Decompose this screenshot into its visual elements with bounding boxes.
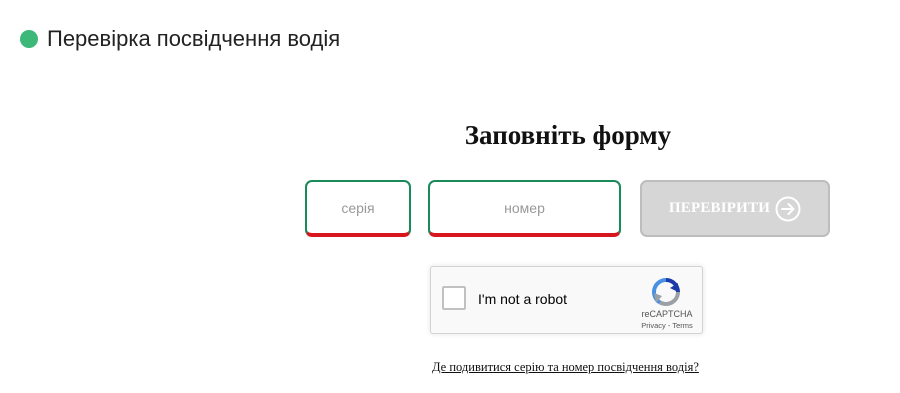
check-button-label: ПЕРЕВІРИТИ xyxy=(668,200,771,216)
form-title: Заповніть форму xyxy=(464,120,672,150)
recaptcha-brand: reCAPTCHA xyxy=(641,309,693,319)
privacy-link[interactable]: Privacy xyxy=(641,321,666,330)
arrow-right-circle-icon xyxy=(775,196,801,222)
series-field[interactable] xyxy=(305,180,411,237)
series-input[interactable] xyxy=(310,198,406,217)
page-title: Перевірка посвідчення водія xyxy=(47,26,341,51)
number-field[interactable] xyxy=(428,180,621,237)
page-header: Перевірка посвідчення водія xyxy=(20,26,340,52)
terms-link[interactable]: Terms xyxy=(672,321,692,330)
recaptcha-label: I'm not a robot xyxy=(478,291,568,307)
recaptcha-links: Privacy - Terms xyxy=(637,321,697,330)
page: Перевірка посвідчення водія Заповніть фо… xyxy=(0,0,900,393)
recaptcha-widget: I'm not a robot reCAPTCHA Privacy - Term… xyxy=(430,266,703,334)
check-button[interactable]: ПЕРЕВІРИТИ xyxy=(640,180,830,237)
recaptcha-checkbox[interactable] xyxy=(442,286,466,310)
recaptcha-logo-icon xyxy=(650,276,682,308)
help-link[interactable]: Де подивитися серію та номер посвідчення… xyxy=(432,360,699,375)
status-dot-icon xyxy=(20,30,38,48)
number-input[interactable] xyxy=(437,198,612,217)
